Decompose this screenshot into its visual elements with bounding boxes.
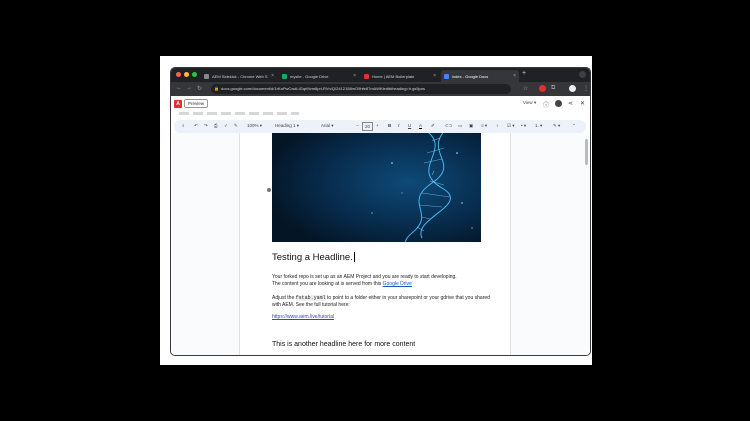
undo-icon[interactable]: ↶ [194,123,198,129]
paragraph-text: Your forked repo is set up as an AEM Pro… [272,274,457,280]
google-docs-icon [444,73,449,79]
view-label: View [523,100,533,105]
document-heading[interactable]: Testing a Headline. [272,252,355,263]
bulleted-list-icon[interactable]: • ▾ [521,123,526,129]
url-text: docs.google.com/document/d/1rKaPwCwdLtGq… [221,86,426,91]
vertical-scrollbar[interactable] [585,139,588,165]
tab-google-drive[interactable]: mysite - Google Drive × [279,70,359,82]
bold-button[interactable]: B [388,123,391,128]
font-select[interactable]: Arial ▾ [321,123,334,129]
paragraph-3[interactable]: https://www.aem.live/tutorial [272,314,497,321]
close-window-button[interactable] [176,72,181,77]
close-tab-icon[interactable]: × [353,73,356,79]
bookmark-star-icon[interactable]: ☆ [523,85,528,92]
text-color-button[interactable]: A [419,123,423,129]
back-icon[interactable]: ← [176,85,182,91]
font-size-input[interactable]: 20 [362,122,374,131]
close-tab-icon[interactable]: × [433,73,436,79]
aem-icon [364,73,369,79]
heading-text: Testing a Headline. [272,252,353,263]
document-page[interactable]: Testing a Headline. Your forked repo is … [239,133,511,355]
document-heading-2[interactable]: This is another headline here for more c… [272,341,415,348]
tab-title: AEM Sidekick - Chrome Web S [212,73,268,79]
text-cursor [353,252,355,263]
dna-image[interactable] [272,133,481,242]
document-canvas: Testing a Headline. Your forked repo is … [171,133,590,355]
zoom-value: 100% [247,123,259,128]
paragraph-text: The content you are looking at is served… [272,281,383,287]
close-tab-icon[interactable]: × [513,73,516,79]
spellcheck-icon[interactable]: ✓ [224,123,228,129]
window-controls [176,72,197,77]
line-spacing-icon[interactable]: ↕ [496,123,498,128]
tab-title: index - Google Docs [452,73,489,79]
docs-menu-bar [179,112,299,115]
screen: AEM Sidekick - Chrome Web S × mysite - G… [0,0,750,421]
tab-title: mysite - Google Drive [290,73,329,79]
minimize-window-button[interactable] [184,72,189,77]
numbered-list-icon[interactable]: 1. ▾ [535,123,542,129]
style-select[interactable]: Heading 1 ▾ [275,123,299,129]
aem-extension-icon[interactable] [539,85,546,92]
link-icon[interactable]: ⊂⊃ [445,123,453,129]
maximize-window-button[interactable] [192,72,197,77]
tab-aem-sidekick[interactable]: AEM Sidekick - Chrome Web S × [201,70,277,82]
paragraph-1[interactable]: Your forked repo is set up as an AEM Pro… [272,274,497,288]
view-dropdown[interactable]: View ▾ [523,100,536,106]
close-tab-icon[interactable]: × [271,73,274,79]
italic-button[interactable]: I [398,123,400,128]
docs-toolbar: ⌕ ↶ ↷ ⎙ ✓ ✎ 100% ▾ Heading 1 ▾ Arial ▾ −… [174,120,586,133]
url-bar[interactable]: 🔒 docs.google.com/document/d/1rKaPwCwdLt… [211,84,511,94]
collapse-toolbar-icon[interactable]: ⌃ [572,123,576,129]
chrome-webstore-icon [204,73,209,79]
tutorial-link[interactable]: https://www.aem.live/tutorial [272,314,334,320]
sidekick-bar: A Preview View ▾ ⓘ ⋖ ✕ [171,96,590,112]
google-drive-link[interactable]: Google Drive [383,281,412,287]
image-icon[interactable]: ▣ [469,123,473,129]
browser-window: AEM Sidekick - Chrome Web S × mysite - G… [170,67,591,356]
address-bar-row: ← → ↻ 🔒 docs.google.com/document/d/1rKaP… [171,82,590,96]
font-value: Arial [321,123,331,128]
tab-search-button[interactable] [579,71,586,78]
tab-aem-boilerplate[interactable]: Home | AEM Boilerplate × [361,70,439,82]
new-tab-button[interactable]: + [522,70,526,77]
tab-google-docs[interactable]: index - Google Docs × [441,70,519,82]
comment-icon[interactable]: ▭ [458,123,462,129]
underline-button[interactable]: U [408,123,411,128]
paragraph-text: Adjust the [272,295,296,301]
paint-format-icon[interactable]: ✎ [234,123,238,129]
aem-logo: A [174,100,182,108]
preview-button[interactable]: Preview [184,99,209,108]
image-anchor-icon[interactable] [267,188,271,192]
checklist-icon[interactable]: ☑ ▾ [507,123,515,129]
lock-icon: 🔒 [214,86,219,91]
forward-icon[interactable]: → [186,85,192,91]
paragraph-2[interactable]: Adjust the fstab.yaml to point to a fold… [272,295,497,309]
share-icon[interactable]: ⋖ [568,100,573,107]
user-avatar[interactable] [555,100,562,107]
style-value: Heading 1 [275,123,296,128]
decrease-font-size-button[interactable]: − [356,123,359,128]
inline-code: fstab.yaml [295,295,326,301]
zoom-select[interactable]: 100% ▾ [247,123,262,129]
tab-bar: AEM Sidekick - Chrome Web S × mysite - G… [171,68,590,82]
redo-icon[interactable]: ↷ [204,123,208,129]
reload-icon[interactable]: ↻ [197,85,202,92]
profile-avatar[interactable] [569,85,576,92]
align-icon[interactable]: ≡ ▾ [481,123,487,129]
extensions-icon[interactable]: ⧉ [551,85,555,92]
editing-mode-icon[interactable]: ✎ ▾ [553,123,560,129]
google-drive-icon [282,73,287,79]
print-icon[interactable]: ⎙ [214,123,218,128]
increase-font-size-button[interactable]: + [376,123,379,128]
search-icon[interactable]: ⌕ [182,123,185,128]
info-icon[interactable]: ⓘ [543,100,549,109]
tab-title: Home | AEM Boilerplate [372,73,415,79]
close-icon[interactable]: ✕ [580,100,585,107]
highlight-icon[interactable]: ✐ [431,123,435,129]
chrome-menu-icon[interactable]: ⋮ [583,85,589,92]
